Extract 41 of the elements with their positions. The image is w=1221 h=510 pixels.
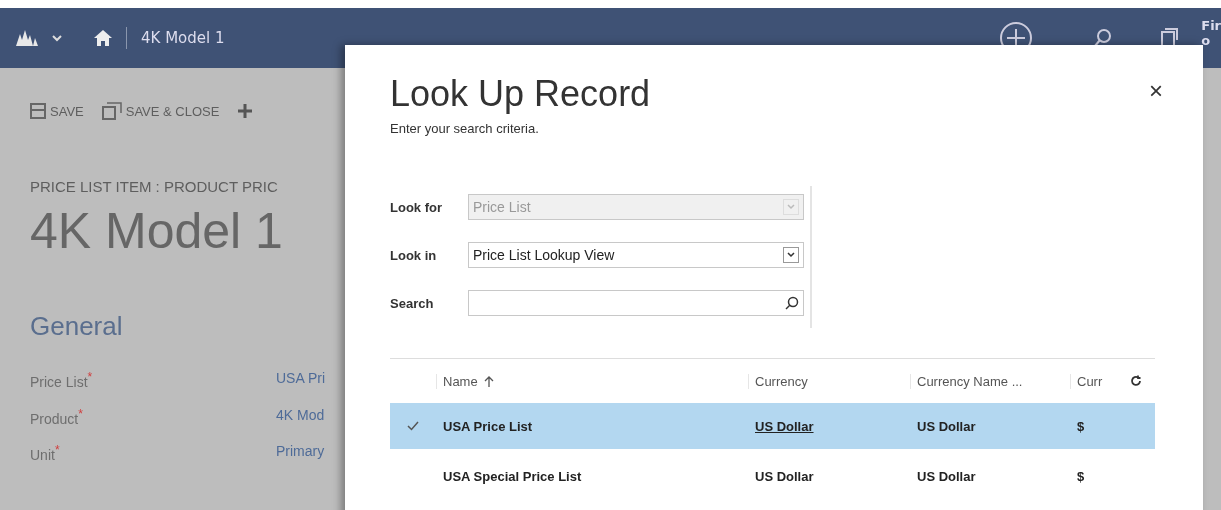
table-cell-text: US Dollar xyxy=(916,468,977,484)
field-label: Product$^{*}$ xyxy=(30,406,84,427)
criteria-label: Search xyxy=(390,295,435,311)
column-header[interactable]: Currency xyxy=(748,373,910,389)
entity-label: PRICE LIST ITEM : PRODUCT PRIC xyxy=(30,178,279,195)
table-cell-text: USA Price List xyxy=(442,418,534,434)
user-org: o xyxy=(1201,33,1212,48)
search-field[interactable] xyxy=(468,290,804,316)
table-cell-text: USA Special Price List xyxy=(442,468,583,484)
result-row[interactable]: USA Price List US Dollar US Dollar $ xyxy=(390,403,1155,449)
home-icon[interactable] xyxy=(94,30,112,46)
column-header[interactable]: Currency Name ... xyxy=(910,373,1070,389)
search-icon[interactable] xyxy=(785,296,799,310)
breadcrumb-title[interactable]: 4K Model 1 xyxy=(141,29,225,47)
dialog-title: Look Up Record xyxy=(390,73,651,115)
record-title: 4K Model 1 xyxy=(30,203,283,259)
dialog-subtitle: Enter your search criteria. xyxy=(390,121,540,136)
column-header[interactable]: Name xyxy=(436,373,748,389)
field-label: Unit$^{*}$ xyxy=(30,443,61,463)
criteria-label: Look in xyxy=(390,247,438,263)
save-close-icon xyxy=(101,102,122,120)
table-cell-text: $ xyxy=(1076,468,1086,484)
section-heading: General xyxy=(30,311,123,342)
column-header[interactable]: Curr xyxy=(1070,373,1120,389)
table-cell-text: $ xyxy=(1076,418,1086,434)
result-row[interactable]: USA Special Price List US Dollar US Dollar $ xyxy=(390,453,1155,499)
dropdown[interactable]: Price List Lookup View xyxy=(468,242,804,268)
currency-link[interactable]: US Dollar xyxy=(748,468,910,484)
logo-icon[interactable] xyxy=(16,30,38,46)
close-button[interactable]: × xyxy=(1149,77,1163,105)
save-button[interactable]: SAVE xyxy=(30,103,84,119)
plus-icon[interactable] xyxy=(237,103,254,119)
table-cell-text: US Dollar xyxy=(916,418,977,434)
chevron-down-icon[interactable] xyxy=(783,247,799,263)
checkmark-icon xyxy=(407,421,419,431)
search-icon[interactable] xyxy=(1093,28,1114,48)
refresh-icon[interactable] xyxy=(1130,375,1142,387)
field-label: Price List$^{*}$ xyxy=(30,370,94,390)
currency-link[interactable]: US Dollar xyxy=(748,418,910,434)
user-name[interactable]: Fir xyxy=(1201,18,1221,33)
criteria-label: Look for xyxy=(390,199,443,215)
